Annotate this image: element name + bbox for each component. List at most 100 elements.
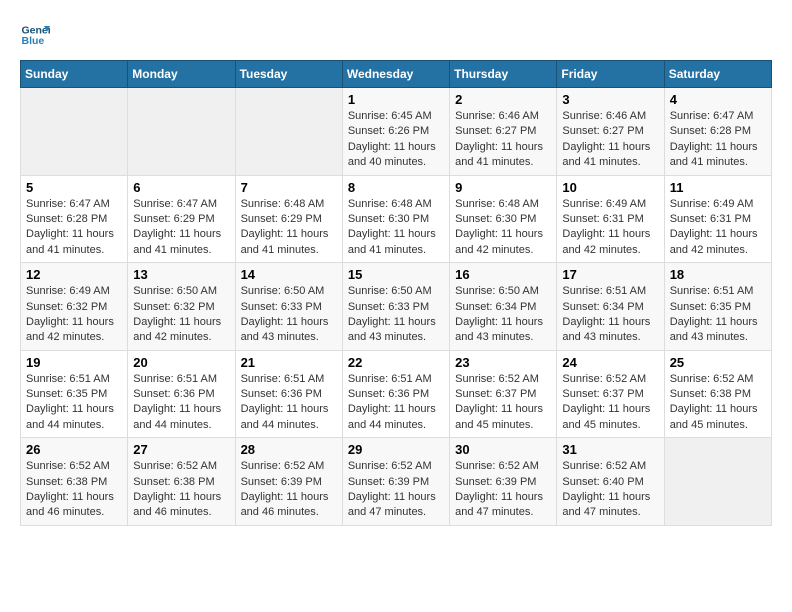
sunrise-text: Sunrise: 6:51 AM: [670, 285, 754, 297]
day-number: 28: [241, 442, 337, 457]
calendar-cell: 2 Sunrise: 6:46 AM Sunset: 6:27 PM Dayli…: [450, 88, 557, 176]
calendar-cell: 15 Sunrise: 6:50 AM Sunset: 6:33 PM Dayl…: [342, 263, 449, 351]
sunrise-text: Sunrise: 6:49 AM: [670, 198, 754, 210]
day-info: Sunrise: 6:51 AM Sunset: 6:36 PM Dayligh…: [241, 372, 337, 434]
day-number: 9: [455, 180, 551, 195]
sunrise-text: Sunrise: 6:46 AM: [455, 110, 539, 122]
daylight-text: Daylight: 11 hours and 45 minutes.: [455, 403, 543, 430]
daylight-text: Daylight: 11 hours and 45 minutes.: [562, 403, 650, 430]
sunset-text: Sunset: 6:30 PM: [348, 213, 429, 225]
day-info: Sunrise: 6:52 AM Sunset: 6:37 PM Dayligh…: [455, 372, 551, 434]
sunset-text: Sunset: 6:38 PM: [670, 388, 751, 400]
day-info: Sunrise: 6:47 AM Sunset: 6:29 PM Dayligh…: [133, 197, 229, 259]
day-info: Sunrise: 6:48 AM Sunset: 6:30 PM Dayligh…: [455, 197, 551, 259]
sunrise-text: Sunrise: 6:49 AM: [562, 198, 646, 210]
sunset-text: Sunset: 6:38 PM: [133, 476, 214, 488]
day-number: 15: [348, 267, 444, 282]
day-info: Sunrise: 6:52 AM Sunset: 6:40 PM Dayligh…: [562, 459, 658, 521]
calendar-cell: [664, 438, 771, 526]
day-info: Sunrise: 6:52 AM Sunset: 6:39 PM Dayligh…: [241, 459, 337, 521]
day-info: Sunrise: 6:47 AM Sunset: 6:28 PM Dayligh…: [670, 109, 766, 171]
day-number: 29: [348, 442, 444, 457]
calendar-cell: 7 Sunrise: 6:48 AM Sunset: 6:29 PM Dayli…: [235, 175, 342, 263]
calendar-cell: 26 Sunrise: 6:52 AM Sunset: 6:38 PM Dayl…: [21, 438, 128, 526]
daylight-text: Daylight: 11 hours and 41 minutes.: [241, 228, 329, 255]
day-info: Sunrise: 6:46 AM Sunset: 6:27 PM Dayligh…: [455, 109, 551, 171]
day-number: 4: [670, 92, 766, 107]
calendar-week-4: 19 Sunrise: 6:51 AM Sunset: 6:35 PM Dayl…: [21, 350, 772, 438]
calendar-cell: 25 Sunrise: 6:52 AM Sunset: 6:38 PM Dayl…: [664, 350, 771, 438]
sunrise-text: Sunrise: 6:45 AM: [348, 110, 432, 122]
day-number: 19: [26, 355, 122, 370]
calendar-week-3: 12 Sunrise: 6:49 AM Sunset: 6:32 PM Dayl…: [21, 263, 772, 351]
day-info: Sunrise: 6:52 AM Sunset: 6:38 PM Dayligh…: [670, 372, 766, 434]
sunset-text: Sunset: 6:37 PM: [455, 388, 536, 400]
calendar-cell: [21, 88, 128, 176]
daylight-text: Daylight: 11 hours and 44 minutes.: [241, 403, 329, 430]
day-number: 10: [562, 180, 658, 195]
sunset-text: Sunset: 6:32 PM: [26, 301, 107, 313]
day-number: 2: [455, 92, 551, 107]
calendar-header-monday: Monday: [128, 61, 235, 88]
logo-icon: General Blue: [20, 20, 50, 50]
sunrise-text: Sunrise: 6:52 AM: [26, 460, 110, 472]
sunrise-text: Sunrise: 6:47 AM: [670, 110, 754, 122]
sunrise-text: Sunrise: 6:52 AM: [562, 460, 646, 472]
calendar-cell: 13 Sunrise: 6:50 AM Sunset: 6:32 PM Dayl…: [128, 263, 235, 351]
day-info: Sunrise: 6:51 AM Sunset: 6:35 PM Dayligh…: [670, 284, 766, 346]
day-number: 11: [670, 180, 766, 195]
daylight-text: Daylight: 11 hours and 41 minutes.: [348, 228, 436, 255]
day-number: 20: [133, 355, 229, 370]
sunset-text: Sunset: 6:39 PM: [348, 476, 429, 488]
calendar-cell: 27 Sunrise: 6:52 AM Sunset: 6:38 PM Dayl…: [128, 438, 235, 526]
day-info: Sunrise: 6:49 AM Sunset: 6:31 PM Dayligh…: [562, 197, 658, 259]
sunset-text: Sunset: 6:28 PM: [670, 125, 751, 137]
svg-text:Blue: Blue: [22, 35, 45, 47]
daylight-text: Daylight: 11 hours and 44 minutes.: [26, 403, 114, 430]
sunrise-text: Sunrise: 6:52 AM: [670, 373, 754, 385]
day-number: 31: [562, 442, 658, 457]
day-info: Sunrise: 6:50 AM Sunset: 6:33 PM Dayligh…: [348, 284, 444, 346]
calendar-cell: 18 Sunrise: 6:51 AM Sunset: 6:35 PM Dayl…: [664, 263, 771, 351]
calendar-header-wednesday: Wednesday: [342, 61, 449, 88]
day-info: Sunrise: 6:50 AM Sunset: 6:34 PM Dayligh…: [455, 284, 551, 346]
daylight-text: Daylight: 11 hours and 42 minutes.: [562, 228, 650, 255]
daylight-text: Daylight: 11 hours and 42 minutes.: [26, 316, 114, 343]
daylight-text: Daylight: 11 hours and 41 minutes.: [26, 228, 114, 255]
day-number: 8: [348, 180, 444, 195]
sunrise-text: Sunrise: 6:48 AM: [455, 198, 539, 210]
daylight-text: Daylight: 11 hours and 43 minutes.: [241, 316, 329, 343]
daylight-text: Daylight: 11 hours and 43 minutes.: [348, 316, 436, 343]
sunset-text: Sunset: 6:31 PM: [562, 213, 643, 225]
day-number: 13: [133, 267, 229, 282]
daylight-text: Daylight: 11 hours and 46 minutes.: [133, 491, 221, 518]
sunset-text: Sunset: 6:31 PM: [670, 213, 751, 225]
calendar-cell: 21 Sunrise: 6:51 AM Sunset: 6:36 PM Dayl…: [235, 350, 342, 438]
calendar-header-sunday: Sunday: [21, 61, 128, 88]
sunset-text: Sunset: 6:36 PM: [241, 388, 322, 400]
sunset-text: Sunset: 6:32 PM: [133, 301, 214, 313]
sunset-text: Sunset: 6:34 PM: [455, 301, 536, 313]
sunset-text: Sunset: 6:27 PM: [562, 125, 643, 137]
sunset-text: Sunset: 6:33 PM: [348, 301, 429, 313]
daylight-text: Daylight: 11 hours and 41 minutes.: [562, 141, 650, 168]
sunrise-text: Sunrise: 6:50 AM: [455, 285, 539, 297]
day-info: Sunrise: 6:46 AM Sunset: 6:27 PM Dayligh…: [562, 109, 658, 171]
sunset-text: Sunset: 6:27 PM: [455, 125, 536, 137]
day-number: 30: [455, 442, 551, 457]
calendar-cell: [128, 88, 235, 176]
day-number: 24: [562, 355, 658, 370]
sunrise-text: Sunrise: 6:51 AM: [241, 373, 325, 385]
sunrise-text: Sunrise: 6:52 AM: [241, 460, 325, 472]
day-info: Sunrise: 6:51 AM Sunset: 6:36 PM Dayligh…: [348, 372, 444, 434]
sunset-text: Sunset: 6:29 PM: [241, 213, 322, 225]
calendar-cell: 6 Sunrise: 6:47 AM Sunset: 6:29 PM Dayli…: [128, 175, 235, 263]
calendar-cell: 16 Sunrise: 6:50 AM Sunset: 6:34 PM Dayl…: [450, 263, 557, 351]
sunrise-text: Sunrise: 6:52 AM: [562, 373, 646, 385]
day-number: 21: [241, 355, 337, 370]
calendar-cell: 3 Sunrise: 6:46 AM Sunset: 6:27 PM Dayli…: [557, 88, 664, 176]
sunrise-text: Sunrise: 6:49 AM: [26, 285, 110, 297]
daylight-text: Daylight: 11 hours and 47 minutes.: [455, 491, 543, 518]
daylight-text: Daylight: 11 hours and 40 minutes.: [348, 141, 436, 168]
sunrise-text: Sunrise: 6:51 AM: [26, 373, 110, 385]
